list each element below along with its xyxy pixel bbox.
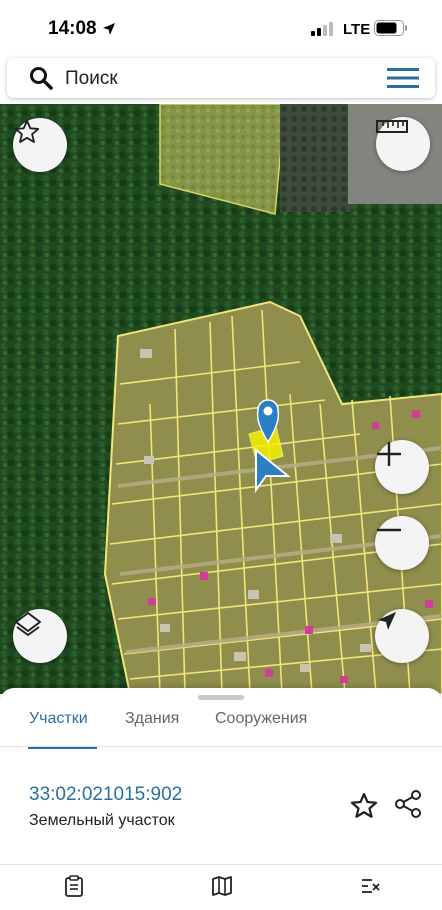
zoom-out-icon xyxy=(377,528,401,532)
route-icon xyxy=(362,879,380,893)
bottom-navigation xyxy=(0,865,442,910)
menu-icon[interactable] xyxy=(387,67,419,89)
tab-parcels[interactable]: Участки xyxy=(29,710,88,728)
status-bar: 14:08 LTE xyxy=(0,0,442,56)
network-type: LTE xyxy=(343,21,371,38)
my-location-button[interactable] xyxy=(375,609,429,663)
map-view[interactable] xyxy=(0,104,442,694)
zoom-out-button[interactable] xyxy=(375,516,429,570)
search-bar[interactable]: Поиск xyxy=(7,58,435,98)
tab-buildings[interactable]: Здания xyxy=(125,710,179,728)
map-icon xyxy=(212,876,232,896)
zoom-in-icon xyxy=(377,442,401,466)
battery-icon xyxy=(374,20,407,36)
layers-icon xyxy=(15,612,41,636)
tab-structures[interactable]: Сооружения xyxy=(215,710,307,728)
star-icon xyxy=(14,119,40,143)
navigation-icon xyxy=(378,612,396,630)
status-time: 14:08 xyxy=(48,18,97,39)
zoom-in-button[interactable] xyxy=(375,440,429,494)
nav-item-routes[interactable] xyxy=(299,865,439,910)
favorites-button[interactable] xyxy=(13,118,67,172)
nav-item-info[interactable] xyxy=(3,865,143,910)
object-type-tabs: Участки Здания Сооружения xyxy=(0,704,442,749)
satellite-map[interactable] xyxy=(0,104,442,694)
sheet-grabber[interactable] xyxy=(198,695,244,700)
location-services-icon xyxy=(103,23,115,35)
divider xyxy=(0,746,442,747)
star-icon[interactable] xyxy=(349,791,379,821)
share-icon[interactable] xyxy=(393,789,423,819)
measure-button[interactable] xyxy=(376,117,430,171)
layers-button[interactable] xyxy=(13,609,67,663)
search-input[interactable]: Поиск xyxy=(65,68,118,90)
parcel-type-label: Земельный участок xyxy=(29,812,175,829)
parcel-info-sheet: Участки Здания Сооружения 33:02:021015:9… xyxy=(0,688,442,910)
search-icon xyxy=(30,67,53,90)
nav-item-map[interactable] xyxy=(151,865,291,910)
ruler-icon xyxy=(376,120,408,133)
clipboard-icon xyxy=(65,875,83,897)
cellular-signal-icon xyxy=(311,22,333,36)
cadastral-number-link[interactable]: 33:02:021015:902 xyxy=(29,784,182,806)
